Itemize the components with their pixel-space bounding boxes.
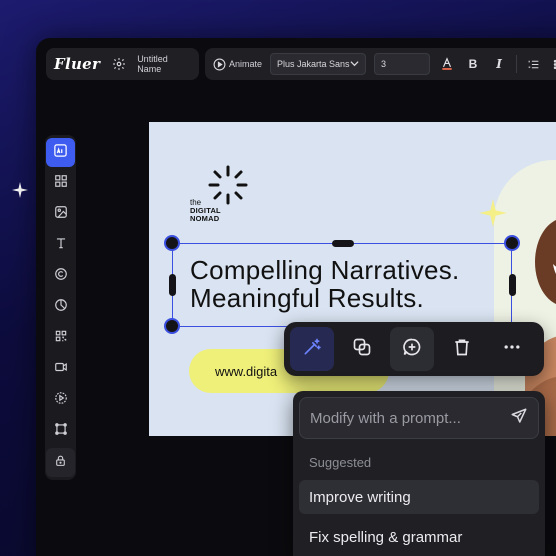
file-group: Fluer Untitled Name (46, 48, 199, 80)
format-group: Animate Plus Jakarta Sans 3 B I (204, 48, 556, 80)
resize-handle-bottom-left[interactable] (164, 318, 180, 334)
lock-tool[interactable] (46, 448, 75, 477)
image-icon (54, 205, 68, 224)
tools-sidebar (45, 135, 76, 480)
lock-icon (54, 454, 67, 472)
brand-line-2: NOMAD (190, 214, 220, 223)
sparkle-icon (479, 199, 507, 232)
animate-button[interactable]: Animate (229, 59, 262, 69)
gear-icon[interactable] (110, 55, 127, 73)
font-family-value: Plus Jakarta Sans (277, 59, 350, 69)
add-comment-icon (402, 337, 422, 362)
resize-tool[interactable] (46, 417, 75, 446)
video-tool[interactable] (46, 355, 75, 384)
send-icon[interactable] (510, 407, 528, 430)
templates-tool[interactable] (46, 169, 75, 198)
resize-handle-left[interactable] (169, 274, 176, 296)
resize-handle-right[interactable] (509, 274, 516, 296)
ai-image-icon (53, 143, 68, 163)
font-size-input[interactable]: 3 (374, 53, 430, 75)
top-toolbar: Fluer Untitled Name Animate Plus Jakarta… (46, 48, 556, 80)
delete-button[interactable] (440, 327, 484, 371)
resize-handle-top[interactable] (332, 240, 354, 247)
prompt-input[interactable]: Modify with a prompt... (299, 397, 539, 439)
app-logo: Fluer (54, 55, 101, 73)
play-icon[interactable] (213, 55, 227, 73)
sparkle-icon (12, 182, 28, 198)
list-icon[interactable] (516, 55, 542, 73)
font-family-select[interactable]: Plus Jakarta Sans (270, 53, 366, 75)
resize-handle-top-right[interactable] (504, 235, 520, 251)
suggestion-fix-spelling[interactable]: Fix spelling & grammar (299, 520, 539, 554)
bullet-list-icon[interactable] (550, 55, 556, 73)
qr-tool[interactable] (46, 324, 75, 353)
brand-tool[interactable] (46, 262, 75, 291)
audio-icon (54, 391, 68, 410)
qr-code-icon (54, 329, 68, 348)
url-text: www.digita (215, 363, 278, 379)
trash-icon (452, 337, 472, 362)
text-tool[interactable] (46, 231, 75, 260)
more-button[interactable] (490, 327, 534, 371)
duplicate-button[interactable] (340, 327, 384, 371)
copyright-icon (54, 267, 68, 286)
resize-handle-top-left[interactable] (164, 235, 180, 251)
chart-icon (54, 298, 68, 317)
brand-logo-icon (207, 164, 249, 211)
more-icon (502, 337, 522, 362)
document-name[interactable]: Untitled Name (137, 54, 191, 74)
ai-prompt-panel: Modify with a prompt... Suggested Improv… (293, 391, 545, 556)
ai-image-tool[interactable] (46, 138, 75, 167)
italic-button[interactable]: I (490, 57, 508, 71)
element-toolbar (284, 322, 544, 376)
prompt-placeholder: Modify with a prompt... (310, 409, 461, 427)
bold-button[interactable]: B (464, 57, 482, 71)
selection-box (172, 243, 512, 327)
text-icon (54, 236, 68, 255)
resize-icon (54, 422, 68, 441)
text-color-icon[interactable] (438, 55, 456, 73)
suggested-label: Suggested (309, 455, 372, 470)
magic-edit-icon (302, 337, 322, 362)
add-comment-button[interactable] (390, 327, 434, 371)
duplicate-icon (352, 337, 372, 362)
magic-edit-button[interactable] (290, 327, 334, 371)
video-icon (54, 360, 68, 379)
chart-tool[interactable] (46, 293, 75, 322)
chevron-down-icon (350, 59, 359, 70)
audio-tool[interactable] (46, 386, 75, 415)
suggestion-improve-writing[interactable]: Improve writing (299, 480, 539, 514)
brand-name: DIGITAL NOMAD (190, 207, 221, 223)
image-tool[interactable] (46, 200, 75, 229)
grid-icon (54, 174, 68, 193)
